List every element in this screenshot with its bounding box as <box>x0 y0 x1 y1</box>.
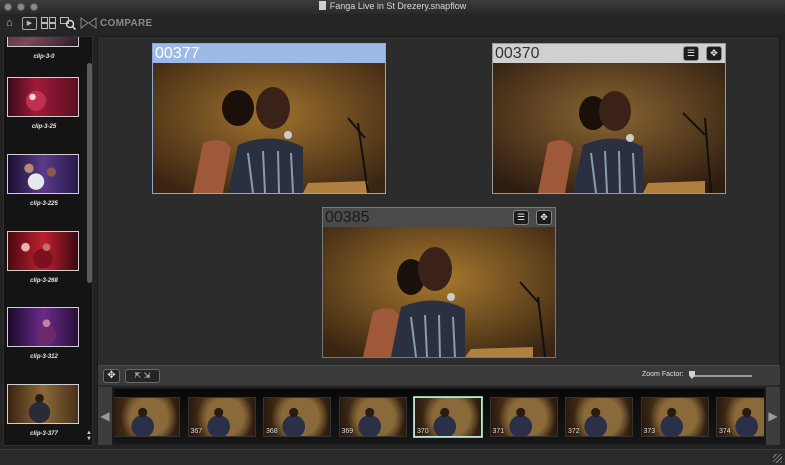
window-title-text: Fanga Live in St Drezery.snapflow <box>329 1 467 11</box>
clip-thumbnail <box>7 154 79 194</box>
filmstrip-frame-number: 372 <box>568 428 580 435</box>
clip-label: clip-3-377 <box>30 431 58 437</box>
frame-image <box>323 227 555 357</box>
frame-header: 00377 <box>153 44 385 63</box>
frame-number: 00385 <box>325 209 370 226</box>
filmstrip-frames: 367 368 369 370 371 372 373 374 <box>114 389 764 443</box>
scroll-arrows[interactable]: ▲ ▼ <box>86 430 92 442</box>
clip-sidebar: clip-3-0 clip-3-25 clip-3-225 clip-3-268… <box>3 36 93 446</box>
filmstrip-frame-number: 367 <box>190 428 203 435</box>
filmstrip: ◀ 367 368 369 370 371 372 373 374 ▶ <box>98 387 780 445</box>
frame-number: 00370 <box>495 45 540 62</box>
clip-thumbnail <box>7 231 79 271</box>
home-icon[interactable]: ⌂ <box>6 17 13 30</box>
window-title: Fanga Live in St Drezery.snapflow <box>0 1 785 11</box>
frame-image <box>153 63 385 193</box>
frame-target-button[interactable]: ✥ <box>536 210 552 225</box>
clip-item[interactable]: clip-3-268 <box>7 231 81 284</box>
clip-label: clip-3-225 <box>30 201 58 207</box>
filmstrip-frame-number: 374 <box>719 428 731 435</box>
clip-item[interactable]: clip-3-377 <box>7 384 81 437</box>
clip-item[interactable]: clip-3-0 <box>7 37 81 60</box>
filmstrip-frame-number: 370 <box>417 428 429 435</box>
grid-icon[interactable] <box>41 17 56 30</box>
compare-frame-00385[interactable]: 00385 ☰ ✥ <box>322 207 556 358</box>
filmstrip-frame-number: 368 <box>266 428 278 435</box>
clip-thumbnail <box>7 77 79 117</box>
clip-label: clip-3-312 <box>30 354 58 360</box>
compare-frame-00370[interactable]: 00370 ☰ ✥ <box>492 43 726 194</box>
clip-item[interactable]: clip-3-225 <box>7 154 81 207</box>
filmstrip-frame[interactable]: 371 <box>489 397 558 437</box>
filmstrip-frame[interactable]: 369 <box>338 397 407 437</box>
frame-header: 00385 ☰ ✥ <box>323 208 555 227</box>
frame-header: 00370 ☰ ✥ <box>493 44 725 63</box>
clip-label: clip-3-0 <box>33 54 55 60</box>
frame-swap-button[interactable]: ⇱ ⇲ <box>125 369 160 383</box>
filmstrip-frame[interactable]: 373 <box>640 397 709 437</box>
filmstrip-frame[interactable]: 370 <box>414 397 482 437</box>
clip-label: clip-3-25 <box>31 124 57 130</box>
compare-label: COMPARE <box>100 18 153 29</box>
document-icon <box>318 1 326 10</box>
toolbar: ⌂ ▶ COMPARE <box>0 14 785 34</box>
frame-image <box>493 63 725 193</box>
clip-label: clip-3-268 <box>30 278 58 284</box>
clip-item[interactable]: clip-3-312 <box>7 307 81 360</box>
clip-thumbnail <box>7 37 79 47</box>
compare-frame-00377[interactable]: 00377 <box>152 43 386 194</box>
app-window: Fanga Live in St Drezery.snapflow ⌂ ▶ CO… <box>0 0 785 465</box>
frame-details-button[interactable]: ☰ <box>513 210 529 225</box>
filmstrip-frame[interactable]: 372 <box>565 397 633 437</box>
frame-target-button[interactable]: ✥ <box>706 46 722 61</box>
sidebar-scrollbar[interactable] <box>87 63 92 283</box>
filmstrip-frame-number: 369 <box>341 428 354 435</box>
clip-thumbnail <box>7 384 79 424</box>
filmstrip-frame-number: 373 <box>643 428 656 435</box>
title-bar: Fanga Live in St Drezery.snapflow <box>0 0 785 14</box>
filmstrip-frame[interactable]: 368 <box>263 397 331 437</box>
filmstrip-frame[interactable]: 374 <box>716 397 764 437</box>
filmstrip-frame[interactable]: 367 <box>187 397 256 437</box>
filmstrip-frame-number: 371 <box>492 428 505 435</box>
zoom-slider-track[interactable] <box>690 375 752 377</box>
compare-controls: ✥ ⇱ ⇲ Zoom Factor: <box>98 365 780 385</box>
clip-item[interactable]: clip-3-25 <box>7 77 81 130</box>
zoom-slider-knob[interactable] <box>689 371 695 379</box>
filmstrip-prev-arrow[interactable]: ◀ <box>98 387 112 445</box>
frame-number: 00377 <box>155 45 200 62</box>
search-zoom-icon[interactable] <box>60 17 77 31</box>
filmstrip-frame[interactable] <box>114 397 180 437</box>
play-icon[interactable]: ▶ <box>22 17 37 30</box>
filmstrip-next-arrow[interactable]: ▶ <box>766 387 780 445</box>
compare-icon[interactable] <box>80 17 97 30</box>
status-bar <box>0 449 785 465</box>
frame-details-button[interactable]: ☰ <box>683 46 699 61</box>
resize-grip-icon[interactable] <box>773 454 782 463</box>
clip-thumbnail <box>7 307 79 347</box>
target-button[interactable]: ✥ <box>103 369 120 383</box>
zoom-factor-label: Zoom Factor: <box>642 371 684 378</box>
